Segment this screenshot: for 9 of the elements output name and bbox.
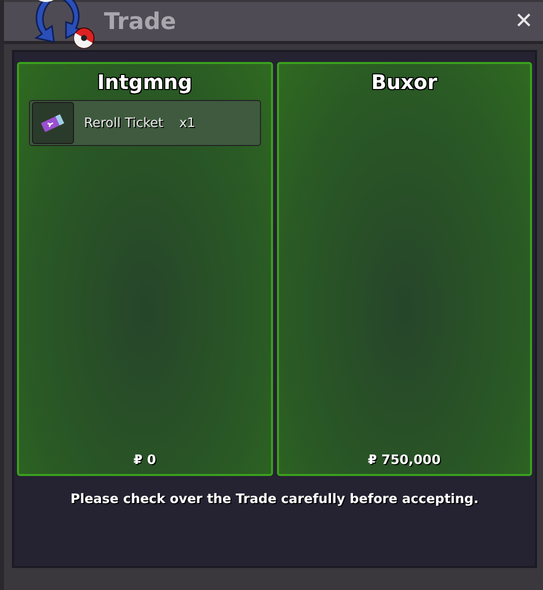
- player-name: Buxor: [371, 70, 438, 94]
- window-title: Trade: [104, 8, 178, 34]
- player-name: Intgmng: [97, 70, 192, 94]
- close-button[interactable]: ✕: [510, 9, 537, 34]
- ticket-icon: [40, 114, 66, 132]
- warning-message: Please check over the Trade carefully before accepting.: [69, 492, 480, 507]
- item-row[interactable]: Reroll Ticket x1: [29, 100, 260, 146]
- money-amount: ₽ 750,000: [368, 453, 441, 468]
- money-amount: ₽ 0: [133, 453, 156, 468]
